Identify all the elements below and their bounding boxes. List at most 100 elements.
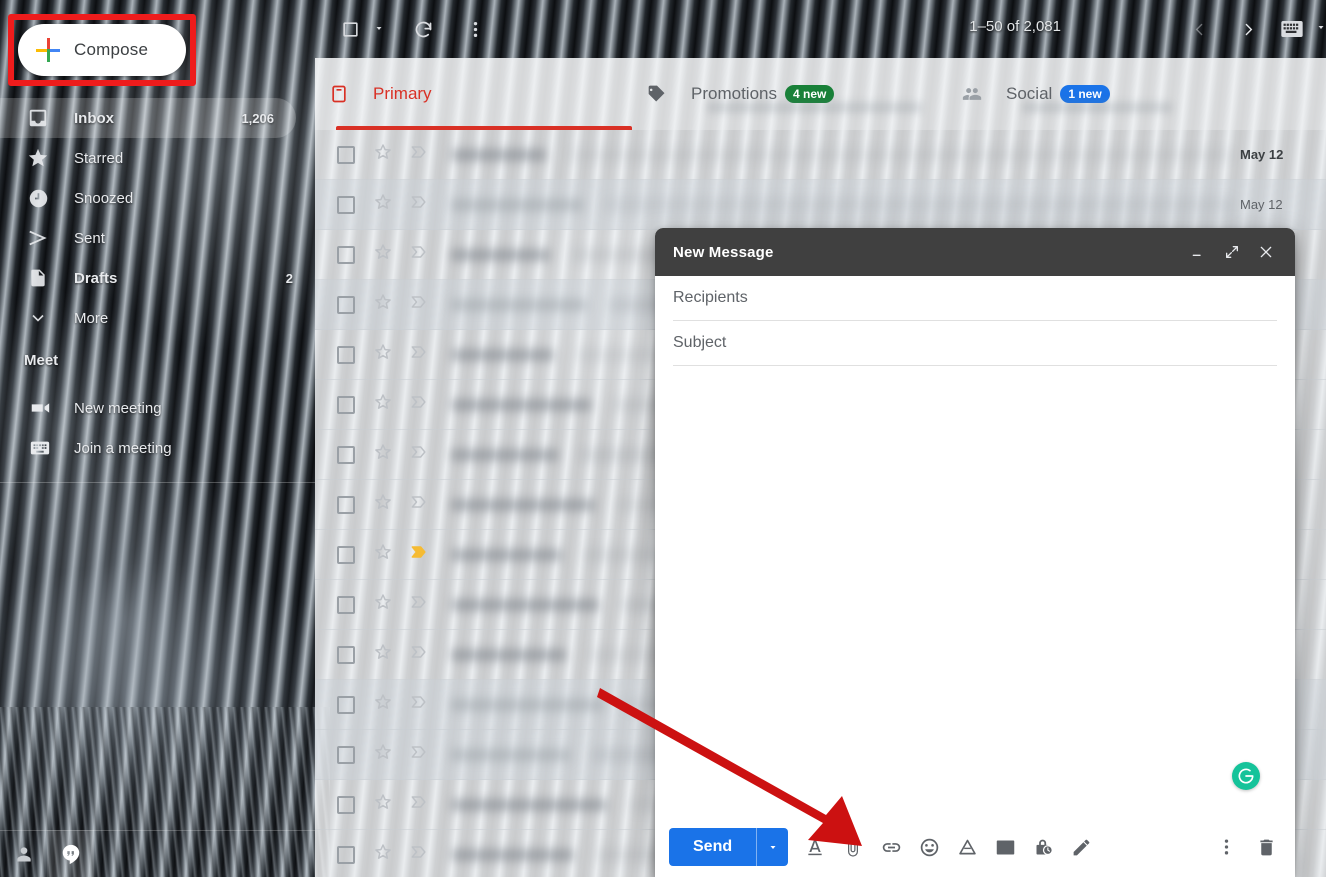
send-button[interactable]: Send (669, 828, 757, 866)
row-select-checkbox[interactable] (337, 845, 355, 864)
row-select-checkbox[interactable] (337, 595, 355, 614)
tab-promotions[interactable]: Promotions 4 new (645, 58, 960, 130)
important-marker-icon[interactable] (409, 292, 429, 317)
sidebar-item-sent[interactable]: Sent (0, 218, 315, 258)
more-vertical-icon[interactable] (460, 13, 490, 45)
discard-draft-icon[interactable] (1251, 832, 1281, 862)
sidebar-item-drafts[interactable]: Drafts 2 (0, 258, 315, 298)
row-select-checkbox[interactable] (337, 245, 355, 264)
chevron-left-icon[interactable] (1183, 13, 1215, 45)
star-icon[interactable] (373, 692, 393, 717)
table-row[interactable]: May 12 (315, 180, 1326, 230)
insert-signature-icon[interactable] (1066, 832, 1096, 862)
star-icon[interactable] (373, 642, 393, 667)
row-select-checkbox[interactable] (337, 445, 355, 464)
row-select-checkbox[interactable] (337, 395, 355, 414)
compose-button[interactable]: Compose (18, 24, 186, 76)
fullscreen-icon[interactable] (1215, 235, 1249, 269)
people-icon (960, 82, 984, 106)
insert-emoji-icon[interactable] (914, 832, 944, 862)
meet-section: New meeting Join a meeting (0, 388, 315, 468)
video-camera-icon (28, 396, 52, 420)
important-marker-icon[interactable] (409, 542, 429, 567)
email-date: May 12 (1240, 197, 1283, 212)
sidebar-item-inbox[interactable]: Inbox 1,206 (0, 98, 296, 138)
star-icon[interactable] (373, 342, 393, 367)
important-marker-icon[interactable] (409, 692, 429, 717)
google-plus-icon (36, 38, 60, 62)
important-marker-icon[interactable] (409, 842, 429, 867)
meet-item-new-meeting[interactable]: New meeting (0, 388, 315, 428)
sidebar-item-more[interactable]: More (0, 298, 315, 338)
star-icon[interactable] (373, 392, 393, 417)
hangouts-bar-top-line (0, 830, 315, 831)
star-icon[interactable] (373, 142, 393, 167)
sidebar-item-snoozed[interactable]: Snoozed (0, 178, 315, 218)
row-select-checkbox[interactable] (337, 545, 355, 564)
email-date: May 12 (1240, 147, 1284, 162)
important-marker-icon[interactable] (409, 492, 429, 517)
minimize-icon[interactable] (1181, 235, 1215, 269)
message-body-input[interactable] (673, 378, 1277, 804)
star-icon[interactable] (373, 492, 393, 517)
row-select-checkbox[interactable] (337, 195, 355, 214)
row-select-checkbox[interactable] (337, 495, 355, 514)
email-sender (451, 548, 562, 561)
table-row[interactable]: May 12 (315, 130, 1326, 180)
important-marker-icon[interactable] (409, 792, 429, 817)
star-icon[interactable] (373, 592, 393, 617)
select-all-checkbox[interactable] (335, 14, 365, 44)
send-options-chevron-down-icon[interactable] (756, 828, 789, 866)
important-marker-icon[interactable] (409, 192, 429, 217)
row-select-checkbox[interactable] (337, 695, 355, 714)
star-icon[interactable] (373, 842, 393, 867)
select-dropdown-chevron-down-icon[interactable] (368, 17, 390, 39)
important-marker-icon[interactable] (409, 142, 429, 167)
insert-photo-icon[interactable] (990, 832, 1020, 862)
attach-file-icon[interactable] (838, 832, 868, 862)
star-icon[interactable] (373, 242, 393, 267)
refresh-icon[interactable] (407, 13, 439, 45)
star-icon[interactable] (373, 192, 393, 217)
close-icon[interactable] (1249, 235, 1283, 269)
row-select-checkbox[interactable] (337, 295, 355, 314)
recipients-input[interactable] (673, 289, 1277, 307)
sidebar-item-count: 2 (285, 270, 293, 286)
row-select-checkbox[interactable] (337, 795, 355, 814)
input-tools-keyboard-icon[interactable] (1278, 16, 1306, 42)
insert-drive-icon[interactable] (952, 832, 982, 862)
more-options-icon[interactable] (1211, 832, 1241, 862)
star-icon[interactable] (373, 442, 393, 467)
contacts-icon[interactable] (0, 830, 47, 877)
tab-social[interactable]: Social 1 new (960, 58, 1270, 130)
hangouts-icon[interactable] (47, 830, 94, 877)
email-sender (451, 248, 550, 261)
row-select-checkbox[interactable] (337, 145, 355, 164)
star-icon[interactable] (373, 542, 393, 567)
input-tools-chevron-down-icon[interactable] (1312, 18, 1326, 36)
important-marker-icon[interactable] (409, 442, 429, 467)
chevron-right-icon[interactable] (1232, 13, 1264, 45)
important-marker-icon[interactable] (409, 742, 429, 767)
star-icon[interactable] (373, 292, 393, 317)
confidential-mode-icon[interactable] (1028, 832, 1058, 862)
insert-link-icon[interactable] (876, 832, 906, 862)
send-button-group[interactable]: Send (669, 828, 789, 866)
tab-badge: 4 new (784, 85, 835, 103)
important-marker-icon[interactable] (409, 642, 429, 667)
meet-item-join-meeting[interactable]: Join a meeting (0, 428, 315, 468)
important-marker-icon[interactable] (409, 342, 429, 367)
star-icon[interactable] (373, 792, 393, 817)
row-select-checkbox[interactable] (337, 745, 355, 764)
important-marker-icon[interactable] (409, 592, 429, 617)
row-select-checkbox[interactable] (337, 345, 355, 364)
grammarly-icon[interactable] (1232, 762, 1260, 790)
subject-input[interactable] (673, 334, 1277, 352)
sidebar-item-starred[interactable]: Starred (0, 138, 315, 178)
important-marker-icon[interactable] (409, 242, 429, 267)
important-marker-icon[interactable] (409, 392, 429, 417)
row-select-checkbox[interactable] (337, 645, 355, 664)
star-icon[interactable] (373, 742, 393, 767)
formatting-options-icon[interactable] (800, 832, 830, 862)
tab-primary[interactable]: Primary (327, 58, 637, 130)
